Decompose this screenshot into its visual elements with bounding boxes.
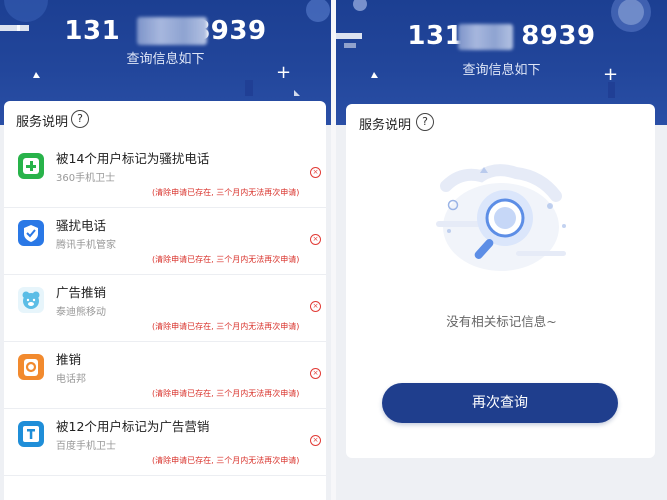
mark-source: 腾讯手机管家	[56, 240, 116, 251]
mark-note: (清除申请已存在, 三个月内无法再次申请)	[152, 188, 300, 197]
list-item[interactable]: 骚扰电话 腾讯手机管家 (清除申请已存在, 三个月内无法再次申请) ×	[4, 208, 326, 275]
result-panel-left: 131 8939 查询信息如下 + 服务说明 ? 被14个用户标记为骚扰电话 36…	[0, 0, 331, 500]
empty-search-illustration	[436, 164, 566, 271]
mark-note: (清除申请已存在, 三个月内无法再次申请)	[152, 322, 300, 331]
mark-source: 泰迪熊移动	[56, 307, 106, 318]
teddy-bear-icon	[18, 287, 44, 313]
list-item[interactable]: 被12个用户标记为广告营销 百度手机卫士 (清除申请已存在, 三个月内无法再次申…	[4, 409, 326, 476]
service-card: 服务说明 ? 被14个用户标记为骚扰电话 360手机卫士 (清除申请已存在, 三…	[4, 101, 326, 500]
close-icon[interactable]: ×	[310, 167, 321, 178]
mark-label: 被12个用户标记为广告营销	[56, 419, 210, 434]
close-icon[interactable]: ×	[310, 234, 321, 245]
list-item[interactable]: 推销 电话邦 (清除申请已存在, 三个月内无法再次申请) ×	[4, 342, 326, 409]
mark-source: 360手机卫士	[56, 173, 116, 184]
plus-icon: +	[603, 64, 619, 85]
mark-label: 广告推销	[56, 285, 107, 300]
list-item[interactable]: 被14个用户标记为骚扰电话 360手机卫士 (清除申请已存在, 三个月内无法再次…	[4, 141, 326, 208]
service-title: 服务说明	[16, 115, 69, 130]
service-title: 服务说明	[359, 118, 412, 133]
result-panel-right: 131 8939 查询信息如下 + 服务说明 ?	[336, 0, 667, 500]
baidu-shield-icon	[18, 421, 44, 447]
phone-mask	[458, 24, 513, 50]
mark-source: 百度手机卫士	[56, 441, 116, 452]
mark-note: (清除申请已存在, 三个月内无法再次申请)	[152, 255, 300, 264]
close-icon[interactable]: ×	[310, 435, 321, 446]
360-icon	[18, 153, 44, 179]
mark-source: 电话邦	[56, 374, 86, 385]
phone-bang-icon	[18, 354, 44, 380]
mark-label: 推销	[56, 352, 82, 367]
retry-query-button[interactable]: 再次查询	[382, 383, 618, 423]
mark-label: 骚扰电话	[56, 218, 107, 233]
mark-note: (清除申请已存在, 三个月内无法再次申请)	[152, 389, 300, 398]
help-icon[interactable]: ?	[71, 110, 89, 128]
close-icon[interactable]: ×	[310, 368, 321, 379]
mark-note: (清除申请已存在, 三个月内无法再次申请)	[152, 456, 300, 465]
list-item[interactable]: 广告推销 泰迪熊移动 (清除申请已存在, 三个月内无法再次申请) ×	[4, 275, 326, 342]
empty-result-text: 没有相关标记信息~	[446, 314, 557, 329]
mark-label: 被14个用户标记为骚扰电话	[56, 151, 210, 166]
close-icon[interactable]: ×	[310, 301, 321, 312]
help-icon[interactable]: ?	[416, 113, 434, 131]
plus-icon: +	[276, 62, 292, 83]
phone-mask	[137, 17, 207, 45]
tencent-shield-icon	[18, 220, 44, 246]
